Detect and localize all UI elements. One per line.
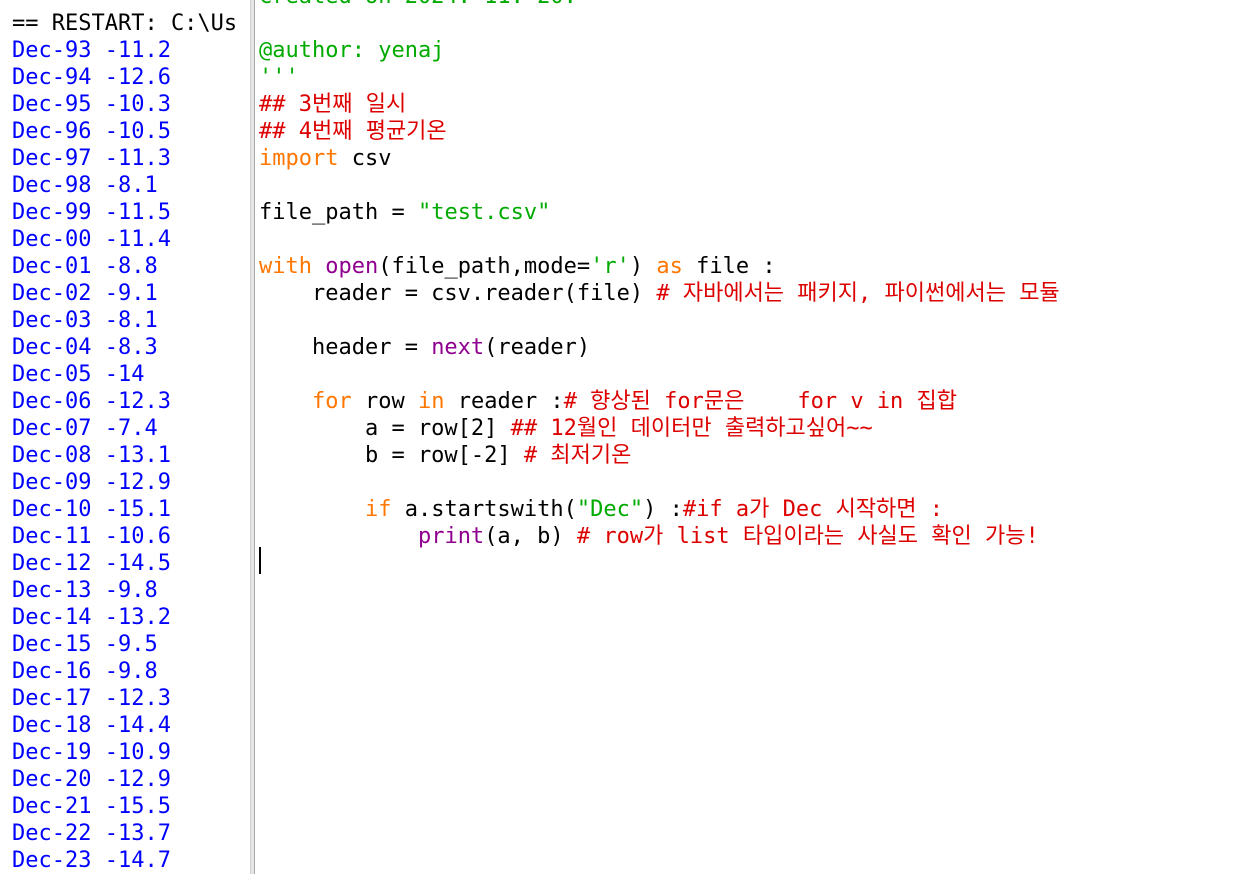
- code-line: header = next(reader): [259, 334, 590, 361]
- shell-output-line: Dec-99 -11.5: [12, 200, 171, 225]
- code-token: if: [364, 497, 392, 522]
- shell-output-line: Dec-98 -8.1: [12, 173, 158, 198]
- code-token: 'r': [590, 254, 630, 279]
- code-token: #if a가 Dec 시작하면 :: [682, 497, 944, 522]
- code-token: a.startswith(: [391, 497, 577, 522]
- code-line: if a.startswith("Dec") :#if a가 Dec 시작하면 …: [259, 496, 943, 523]
- code-token: Created on 2024. 11. 20.: [259, 0, 577, 9]
- shell-output-line: Dec-10 -15.1: [12, 497, 171, 522]
- code-token: ## 4번째 평균기온: [259, 119, 447, 144]
- code-token: with: [259, 254, 312, 279]
- code-line: import csv: [259, 145, 391, 172]
- code-token: file :: [682, 254, 776, 279]
- restart-banner: == RESTART: C:\Us: [12, 11, 238, 36]
- shell-output-line: Dec-08 -13.1: [12, 443, 171, 468]
- shell-output-line: Dec-97 -11.3: [12, 146, 171, 171]
- shell-output-line: Dec-14 -13.2: [12, 605, 171, 630]
- shell-output-line: Dec-17 -12.3: [12, 686, 171, 711]
- code-token: csv: [338, 146, 392, 171]
- code-token: ## 12월인 데이터만 출력하고싶어~~: [510, 416, 873, 441]
- shell-output-line: Dec-04 -8.3: [12, 335, 158, 360]
- code-token: reader = csv.reader(file): [259, 281, 657, 306]
- code-token: file_path =: [259, 200, 418, 225]
- code-token: header =: [259, 335, 432, 360]
- code-line: ## 4번째 평균기온: [259, 118, 447, 145]
- code-token: next: [431, 335, 485, 360]
- shell-output-line: Dec-12 -14.5: [12, 551, 171, 576]
- shell-output-line: Dec-19 -10.9: [12, 740, 171, 765]
- code-token: b = row[-2]: [259, 443, 524, 468]
- code-token: a = row[2]: [259, 416, 511, 441]
- code-token: row: [351, 389, 418, 414]
- code-token: (file_path,mode=: [378, 254, 591, 279]
- shell-output-line: Dec-18 -14.4: [12, 713, 171, 738]
- code-token: @author: yenaj: [259, 38, 445, 63]
- code-token: "test.csv": [417, 200, 551, 225]
- shell-output-line: Dec-16 -9.8: [12, 659, 158, 684]
- code-line: ''': [259, 64, 299, 91]
- shell-output-line: Dec-06 -12.3: [12, 389, 171, 414]
- code-token: # 최저기온: [523, 443, 632, 468]
- code-token: ): [629, 254, 657, 279]
- shell-output-line: Dec-22 -13.7: [12, 821, 171, 846]
- code-line: @author: yenaj: [259, 37, 444, 64]
- shell-output-line: Dec-07 -7.4: [12, 416, 158, 441]
- code-token: for: [311, 389, 352, 414]
- code-token: import: [259, 146, 339, 171]
- shell-output-line: Dec-20 -12.9: [12, 767, 171, 792]
- code-line: file_path = "test.csv": [259, 199, 550, 226]
- shell-output-line: Dec-15 -9.5: [12, 632, 158, 657]
- code-line: b = row[-2] # 최저기온: [259, 442, 631, 469]
- code-token: ) :: [643, 497, 683, 522]
- code-token: reader :: [444, 389, 564, 414]
- code-token: in: [417, 389, 445, 414]
- code-token: ''': [259, 65, 299, 90]
- shell-output-line: Dec-09 -12.9: [12, 470, 171, 495]
- shell-output-line: Dec-95 -10.3: [12, 92, 171, 117]
- code-line: reader = csv.reader(file) # 자바에서는 패키지, 파…: [259, 280, 1060, 307]
- code-line: a = row[2] ## 12월인 데이터만 출력하고싶어~~: [259, 415, 873, 442]
- shell-output-line: Dec-05 -14: [12, 362, 145, 387]
- shell-output-line: Dec-03 -8.1: [12, 308, 158, 333]
- code-token: (reader): [484, 335, 591, 360]
- shell-output-line: Dec-23 -14.7: [12, 848, 171, 873]
- shell-output-line: Dec-96 -10.5: [12, 119, 171, 144]
- code-token: # row가 list 타입이라는 사실도 확인 가능!: [576, 524, 1039, 549]
- code-token: print: [417, 524, 485, 549]
- code-token: "Dec": [576, 497, 644, 522]
- shell-output-line: Dec-94 -12.6: [12, 65, 171, 90]
- code-line: with open(file_path,mode='r') as file :: [259, 253, 776, 280]
- shell-output-line: Dec-01 -8.8: [12, 254, 158, 279]
- code-token: open: [325, 254, 379, 279]
- code-editor[interactable]: Created on 2024. 11. 20. @author: yenaj''…: [255, 0, 1246, 874]
- code-token: # 향상된 for문은 for v in 집합: [563, 389, 958, 414]
- shell-output-line: Dec-21 -15.5: [12, 794, 171, 819]
- code-token: as: [656, 254, 683, 279]
- shell-output-pane[interactable]: == RESTART: C:\Us Dec-93 -11.2 Dec-94 -12…: [0, 0, 251, 874]
- text-cursor: [259, 547, 261, 574]
- code-token: (a, b): [484, 524, 577, 549]
- code-token: # 자바에서는 패키지, 파이썬에서는 모듈: [656, 281, 1060, 306]
- code-token: ## 3번째 일시: [259, 92, 407, 117]
- shell-output-line: Dec-02 -9.1: [12, 281, 158, 306]
- code-line: ## 3번째 일시: [259, 91, 406, 118]
- shell-output-line: Dec-00 -11.4: [12, 227, 171, 252]
- code-line: print(a, b) # row가 list 타입이라는 사실도 확인 가능!: [259, 523, 1039, 550]
- shell-output-line: Dec-11 -10.6: [12, 524, 171, 549]
- shell-output-line: Dec-93 -11.2: [12, 38, 171, 63]
- code-line: for row in reader :# 향상된 for문은 for v in …: [259, 388, 957, 415]
- shell-output-line: Dec-13 -9.8: [12, 578, 158, 603]
- code-line: Created on 2024. 11. 20.: [259, 0, 577, 10]
